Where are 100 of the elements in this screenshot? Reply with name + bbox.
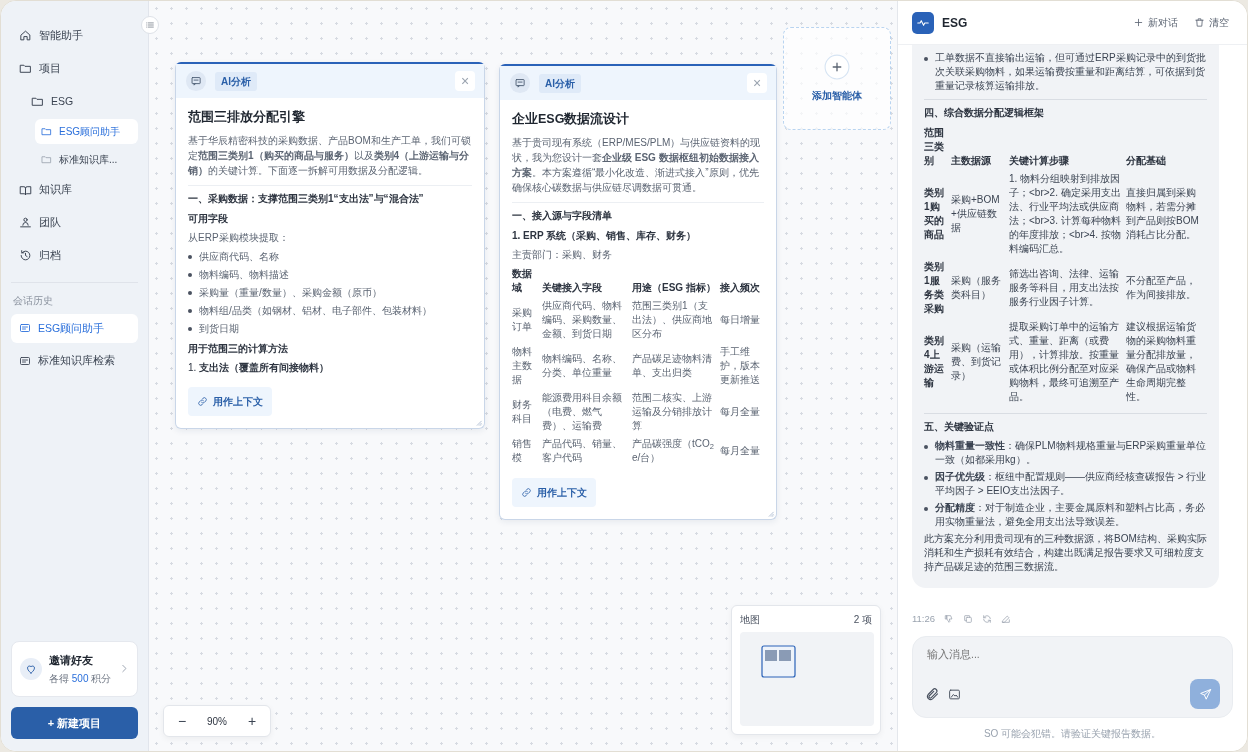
paragraph: 基于贵司现有系统（ERP/MES/PLM）与供应链资料的现状，我为您设计一套企业级 ESG 数据枢纽初始数据接入方案。本方案遵循“最小化改造、渐进式接入”原则，优先确保核心碳数据与供应链尽调数据可贯通。 <box>512 134 764 203</box>
list-item-text: 物料编码、物料描述 <box>199 267 289 282</box>
field-label: 1. ERP 系统（采购、销售、库存、财务） <box>512 228 698 243</box>
ai-badge: AI分析 <box>215 71 257 91</box>
message-input-field[interactable]: 输入消息... <box>925 645 1220 675</box>
nav-item[interactable]: 团队 <box>11 208 138 238</box>
thumb-down-button[interactable] <box>944 613 955 624</box>
table-cell: 产品碳强度（tCO$_{2}$e/台） <box>632 435 720 468</box>
send-button[interactable] <box>1190 679 1220 709</box>
bullet-icon <box>188 254 192 259</box>
link-icon <box>521 486 532 498</box>
thumb-down-icon <box>944 613 955 624</box>
card-title: 企业ESG数据流设计 <box>512 111 631 128</box>
nav-item[interactable]: ESG顾问助手 <box>35 119 138 145</box>
history-item[interactable]: 标准知识库检索 <box>11 346 138 376</box>
edit-button[interactable] <box>1001 613 1012 624</box>
table-cell-text: 每月全量 <box>720 404 761 419</box>
table-header-cell: 关键计算步骤 <box>1009 125 1126 171</box>
table-cell: 产品碳足迹物料清单、支出归类 <box>632 343 720 390</box>
refresh-icon <box>982 613 993 624</box>
message-input[interactable]: 输入消息... <box>912 636 1233 718</box>
table-header-cell: 范围三类别 <box>924 125 951 171</box>
nav-item[interactable]: 智能助手 <box>11 21 138 51</box>
nav-item[interactable]: 知识库 <box>11 175 138 205</box>
table-header-cell: 主数据源 <box>951 125 1009 171</box>
add-agent-button[interactable]: 添加智能体 <box>783 27 891 130</box>
zoom-out-button[interactable]: − <box>170 709 194 733</box>
table-cell-text: 不分配至产品，作为间接排放。 <box>1126 274 1197 302</box>
list-item-text: 工单数据不直接输出运输，但可通过ERP采购记录中的到货批次关联采购物料，如果运输费按重量和距离结算，可依据到货重量记录核算运输排放。 <box>935 51 1207 93</box>
use-as-context-button[interactable]: 用作上下文 <box>188 386 272 416</box>
table-header-cell: 关键接入字段 <box>542 265 632 298</box>
send-icon <box>1198 687 1212 701</box>
list-item-text: 物料组/品类（如钢材、铝材、电子部件、包装材料） <box>199 303 432 318</box>
nav-item[interactable]: 标准知识库... <box>35 147 138 173</box>
table-cell: 物料主数据 <box>512 343 542 390</box>
bullet-icon <box>924 57 928 61</box>
image-button[interactable] <box>948 687 961 701</box>
zoom-in-button[interactable]: + <box>240 709 264 733</box>
invite-card[interactable]: 邀请好友 各得 500 积分 <box>11 641 138 697</box>
comment-icon <box>185 70 207 92</box>
table-cell: 能源费用科目余额（电费、燃气费）、运输费 <box>542 389 632 436</box>
section-heading: 一、接入源与字段清单 <box>512 208 613 223</box>
table-cell-text: 建议根据运输货物的采购物料重量分配排放量，确保产品或物料生命周期完整性。 <box>1126 320 1197 404</box>
people-icon <box>19 216 32 230</box>
home-icon <box>19 29 32 43</box>
clear-button[interactable]: 清空 <box>1190 13 1233 32</box>
plus-icon <box>824 54 850 80</box>
field-label: 用于范围三的计算方法 <box>188 341 289 356</box>
table-cell: 物料编码、名称、分类、单位重量 <box>542 343 632 390</box>
list-item-text: 到货日期 <box>199 321 239 336</box>
table-cell: 范围二核实、上游运输及分销排放计算 <box>632 389 720 436</box>
copy-button[interactable] <box>963 613 974 624</box>
new-chat-button[interactable]: 新对话 <box>1129 13 1182 32</box>
table-cell: 采购+BOM+供应链数据 <box>951 171 1009 259</box>
minimap-drawing[interactable] <box>740 632 874 726</box>
nav-item[interactable]: 项目 <box>11 53 138 84</box>
nav-item[interactable]: 归档 <box>11 240 138 271</box>
minimap-title: 地图 <box>740 613 760 627</box>
comment-icon <box>509 72 531 94</box>
zoom-level: 90% <box>206 714 228 729</box>
pulse-logo-icon <box>912 11 934 34</box>
bullet-icon <box>924 507 928 511</box>
nav-item[interactable]: ESG <box>23 86 138 117</box>
new-project-button[interactable]: + 新建项目 <box>11 706 138 739</box>
paragraph: 此方案充分利用贵司现有的三种数据源，将BOM结构、采购实际消耗和生产损耗有效结合，构建出既满足报告要求又可细粒度支持产品碳足迹的范围三数据流。 <box>924 532 1207 574</box>
list-item-text: 供应商代码、名称 <box>199 249 279 264</box>
paragraph: 从ERP采购模块提取： <box>188 230 290 245</box>
section-label: 会话历史 <box>13 293 54 308</box>
paragraph: 主责部门：采购、财务 <box>512 247 613 262</box>
minimap-count: 2 项 <box>853 613 872 627</box>
table-cell: 类别4上游运输 <box>924 319 951 407</box>
attach-button[interactable] <box>925 686 940 702</box>
list-item-text: 采购量（重量/数量）、采购金额（原币） <box>199 285 382 300</box>
invite-title: 邀请好友 <box>49 653 94 668</box>
section-heading: 四、综合数据分配逻辑框架 <box>924 106 1045 120</box>
table-cell: 采购（服务类科目） <box>951 259 1009 319</box>
message-time: 11:26 <box>912 611 936 626</box>
list-item-text: 分配精度：对于制造企业，主要金属原料和塑料占比高，务必用实物重量法，避免全用支出法导致误差。 <box>935 501 1206 529</box>
table-cell: 1. 物料分组映射到排放因子；<br>2. 确定采用支出法、行业平均法或供应商法；<br>3. 计算每种物料的年度排放；<br>4. 按物料编码汇总。 <box>1009 171 1126 259</box>
bullet-icon <box>924 445 928 449</box>
list-item-text: 物料重量一致性：确保PLM物料规格重量与ERP采购重量单位一致（如都采用kg）。 <box>935 439 1207 467</box>
list-item-text: 因子优先级：枢纽中配置规则——供应商经核查碳报告 > 行业平均因子 > EEIO支出法因子。 <box>935 470 1207 498</box>
regenerate-button[interactable] <box>982 613 993 624</box>
chat-title: ESG <box>942 14 968 32</box>
table-cell-text: 手工维护，版本更新推送 <box>720 344 761 387</box>
table-header-cell-text: 分配基础 <box>1126 154 1167 168</box>
table-cell: 提取采购订单中的运输方式、重量、距离（或费用），计算排放。按重量或体积比例分配至对应采购物料，最终可追溯至产品。 <box>1009 319 1126 407</box>
use-as-context-button[interactable]: 用作上下文 <box>512 477 596 507</box>
paragraph: 基于华辰精密科技的采购数据、产品BOM和生产工单，我们可锁定范围三类别1（购买的商品与服务）以及类别4（上游运输与分销）的关键计算。下面逐一拆解可用数据及分配逻辑。 <box>188 132 472 186</box>
link-icon <box>197 395 208 407</box>
table-cell: 类别1服务类采购 <box>924 259 951 319</box>
section-heading: 一、采购数据：支撑范围三类别1“支出法”与“混合法” <box>188 191 425 206</box>
folder-icon <box>19 62 32 76</box>
edit-icon <box>1001 613 1012 624</box>
invite-reward: 各得 500 积分 <box>49 671 112 686</box>
bullet-icon <box>188 326 192 331</box>
table-cell: 范围三类别1（支出法）、供应商地区分布 <box>632 297 720 344</box>
bullet-icon <box>188 290 192 295</box>
folder-icon <box>41 154 52 166</box>
history-item[interactable]: ESG顾问助手 <box>11 313 138 344</box>
